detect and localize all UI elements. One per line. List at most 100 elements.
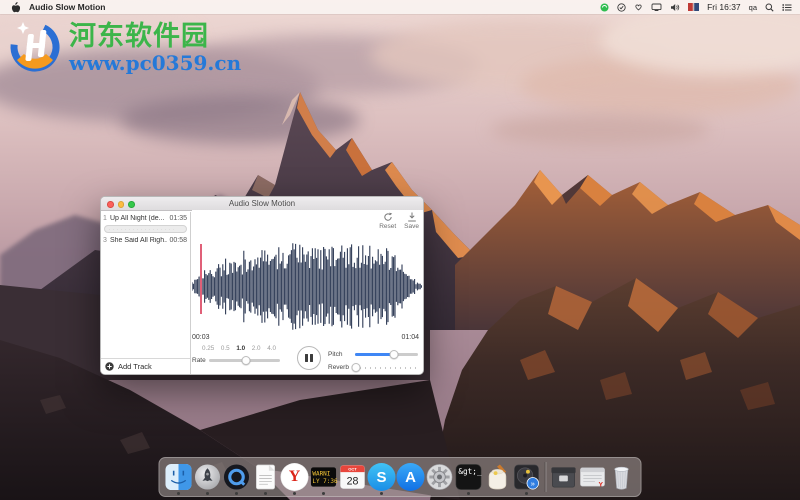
pitch-slider[interactable] [355, 349, 418, 359]
status-check-circle-icon[interactable] [617, 2, 626, 12]
status-green-app-icon[interactable] [600, 3, 609, 12]
rate-label: Rate [192, 357, 206, 364]
minimize-button[interactable] [117, 201, 124, 208]
running-indicator [293, 492, 296, 495]
dock-textedit-icon[interactable] [252, 463, 280, 495]
dock-system-preferences-icon[interactable] [426, 463, 454, 491]
running-indicator [525, 492, 528, 495]
apple-menu-icon[interactable] [10, 1, 20, 13]
rate-option[interactable]: 0.5 [221, 345, 230, 352]
save-button[interactable]: Save [404, 212, 419, 230]
yandex-letter: Y [288, 468, 301, 485]
svg-text:WARNI: WARNI [312, 471, 330, 478]
svg-text:»: » [531, 479, 535, 488]
running-indicator [322, 492, 325, 495]
dock-disk-tool-icon[interactable]: » [513, 463, 541, 495]
add-track-button[interactable]: Add Track [101, 358, 190, 374]
dock-files-stack-icon[interactable]: Y [579, 463, 607, 491]
track-name: She Said All Righ... [110, 236, 168, 244]
svg-text:LY 7:36: LY 7:36 [312, 478, 337, 485]
track-duration: 00:58 [169, 236, 187, 244]
rate-slider[interactable] [208, 355, 280, 365]
rate-option[interactable]: 2.0 [252, 345, 261, 352]
running-indicator [467, 492, 470, 495]
rate-option[interactable]: 0.25 [202, 345, 214, 352]
menu-app-name[interactable]: Audio Slow Motion [29, 2, 105, 12]
track-row[interactable]: 1 Up All Night (de... 01:35 [101, 212, 190, 224]
svg-text:&gt;_: &gt;_ [458, 467, 482, 476]
reset-label: Reset [379, 223, 397, 230]
site-url: www.pc0359.cn [69, 50, 242, 75]
pause-icon [310, 354, 313, 362]
dock-digital-clock-icon[interactable]: WARNI LY 7:36 [310, 463, 338, 495]
window-title: Audio Slow Motion [228, 199, 296, 208]
track-list: 1 Up All Night (de... 01:35 3 She Said A… [101, 212, 191, 374]
running-indicator [206, 492, 209, 495]
track-row[interactable]: 3 She Said All Righ... 00:58 [101, 234, 190, 246]
track-index: 3 [103, 236, 107, 244]
dock-appstore-icon[interactable]: A [396, 463, 425, 491]
svg-text:Y: Y [598, 482, 603, 489]
menu-input-indicator[interactable]: qa [749, 3, 757, 12]
status-input-flag-icon[interactable] [688, 3, 700, 11]
site-logo-icon [8, 16, 63, 81]
dock-trash-icon[interactable] [608, 463, 636, 491]
dock-separator [544, 462, 546, 492]
appstore-letter: A [405, 468, 416, 486]
window-titlebar[interactable]: Audio Slow Motion [101, 197, 423, 211]
svg-text:28: 28 [347, 476, 359, 488]
save-download-icon [407, 212, 416, 222]
play-pause-button[interactable] [297, 346, 321, 370]
track-duration: 01:35 [169, 214, 187, 222]
status-display-icon[interactable] [651, 3, 662, 12]
pitch-slider-thumb[interactable] [389, 349, 399, 359]
dock-yandex-icon[interactable]: Y [280, 463, 309, 495]
desktop: Audio Slow Motion Fri 16:37 qa 河东软件园 www… [0, 0, 800, 500]
reset-button[interactable]: Reset [379, 212, 396, 230]
reverb-label: Reverb [328, 364, 349, 371]
editor-area: Reset Save 00:03 01:04 0.25 0.5 1.0 2.0 … [191, 210, 423, 374]
spotlight-search-icon[interactable] [765, 3, 774, 12]
reverb-slider-thumb[interactable] [351, 363, 361, 372]
add-track-label: Add Track [118, 362, 152, 371]
status-volume-icon[interactable] [670, 3, 680, 12]
plus-circle-icon [105, 362, 114, 371]
dock-quicktime-icon[interactable] [223, 463, 251, 495]
rate-slider-thumb[interactable] [241, 355, 251, 365]
status-heart-icon[interactable] [634, 3, 643, 12]
close-button[interactable] [107, 201, 114, 208]
running-indicator [380, 492, 383, 495]
pitch-label: Pitch [328, 351, 343, 358]
running-indicator [235, 492, 238, 495]
dock: Y WARNI LY 7:36 OCT 28 S A &gt;_ » Y [158, 457, 642, 497]
waveform-graph [191, 243, 423, 330]
site-name: 河东软件园 [69, 20, 209, 52]
running-indicator [177, 492, 180, 495]
waveform-display[interactable] [191, 239, 423, 334]
running-indicator [264, 492, 267, 495]
reverb-slider[interactable] [351, 363, 418, 372]
dock-skype-icon[interactable]: S [367, 463, 396, 495]
save-label: Save [404, 223, 419, 230]
rate-scale: 0.25 0.5 1.0 2.0 4.0 [202, 345, 276, 352]
dock-jar-utility-icon[interactable] [484, 463, 512, 491]
dock-calendar-icon[interactable]: OCT 28 [339, 463, 367, 491]
track-index: 1 [103, 214, 107, 222]
svg-text:OCT: OCT [348, 467, 357, 472]
track-drag-placeholder[interactable] [104, 225, 187, 233]
notification-center-icon[interactable] [782, 3, 792, 12]
dock-terminal-icon[interactable]: &gt;_ [455, 463, 483, 495]
pause-icon [305, 354, 308, 362]
pitch-slider-fill [355, 353, 395, 356]
menu-bar: Audio Slow Motion Fri 16:37 qa [0, 0, 800, 14]
menu-clock[interactable]: Fri 16:37 [707, 2, 741, 12]
elapsed-time: 00:03 [192, 334, 210, 341]
zoom-button[interactable] [128, 201, 135, 208]
rate-option-selected[interactable]: 1.0 [236, 345, 245, 352]
dock-finder-icon[interactable] [165, 463, 193, 495]
dock-archive-box-icon[interactable] [550, 463, 578, 491]
playhead-cursor[interactable] [200, 244, 202, 314]
rate-option[interactable]: 4.0 [267, 345, 276, 352]
total-time: 01:04 [401, 334, 419, 341]
dock-launchpad-icon[interactable] [194, 463, 222, 495]
